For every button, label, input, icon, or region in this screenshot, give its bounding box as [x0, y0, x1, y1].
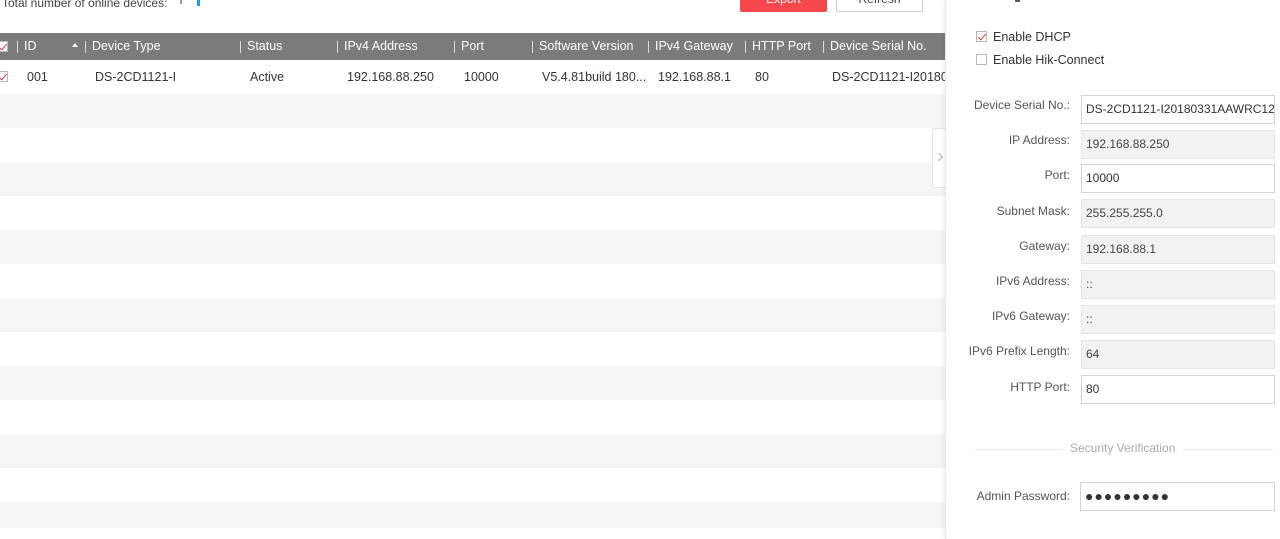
ipv6-prefix-field[interactable]: 64 — [1081, 340, 1275, 369]
refresh-button[interactable]: Refresh — [836, 0, 923, 12]
toolbar: Total number of online devices: Export R… — [0, 0, 945, 33]
online-count-indicator — [197, 0, 200, 6]
cell-software-version: V5.4.81build 180... — [542, 70, 647, 84]
col-header-http-port[interactable]: HTTP Port — [745, 33, 811, 60]
export-button[interactable]: Export — [740, 0, 827, 12]
empty-row — [0, 332, 945, 366]
serial-label: Device Serial No.: — [973, 98, 1070, 112]
empty-row — [0, 468, 945, 502]
modify-network-panel: Enable DHCP Enable Hik-Connect Device Se… — [945, 0, 1280, 539]
ipv6-address-field[interactable]: :: — [1081, 270, 1275, 299]
enable-dhcp-checkbox[interactable] — [976, 31, 987, 43]
col-header-serial[interactable]: Device Serial No. — [823, 33, 927, 60]
subnet-mask-field[interactable]: 255.255.255.0 — [1081, 199, 1275, 228]
empty-row — [0, 434, 945, 468]
port-field[interactable]: 10000 — [1081, 164, 1275, 193]
serial-field[interactable]: DS-2CD1121-I20180331AAWRC12 — [1081, 95, 1275, 124]
empty-row — [0, 230, 945, 264]
panel-title-fragment — [1015, 0, 1020, 2]
ip-address-label: IP Address: — [1008, 133, 1070, 147]
col-header-port[interactable]: Port — [454, 33, 484, 60]
ipv6-prefix-label: IPv6 Prefix Length: — [968, 344, 1070, 358]
empty-row — [0, 502, 945, 528]
empty-row — [0, 400, 945, 434]
enable-hik-connect-checkbox[interactable] — [976, 54, 987, 66]
ipv6-gateway-field[interactable]: :: — [1081, 305, 1275, 334]
row-checkbox[interactable] — [0, 71, 8, 82]
port-label: Port: — [1044, 168, 1070, 182]
cell-device-type: DS-2CD1121-I — [95, 70, 177, 84]
gateway-label: Gateway: — [1019, 239, 1070, 253]
http-port-field[interactable]: 80 — [1081, 375, 1275, 404]
chevron-right-icon — [934, 152, 944, 162]
ipv6-address-label: IPv6 Address: — [995, 274, 1070, 288]
enable-dhcp-option[interactable]: Enable DHCP — [976, 29, 1071, 45]
col-header-ipv4-gateway[interactable]: IPv4 Gateway — [648, 33, 733, 60]
cell-gateway: 192.168.88.1 — [658, 70, 731, 84]
empty-row — [0, 298, 945, 332]
cell-ipv4: 192.168.88.250 — [347, 70, 434, 84]
col-header-device-type[interactable]: Device Type — [85, 33, 161, 60]
security-verification-title: Security Verification — [1062, 441, 1184, 455]
sort-ascending-icon[interactable] — [72, 43, 78, 47]
empty-row — [0, 196, 945, 230]
empty-row — [0, 264, 945, 298]
cell-http-port: 80 — [755, 70, 769, 84]
col-header-status[interactable]: Status — [240, 33, 282, 60]
empty-row — [0, 366, 945, 400]
online-count-divider — [180, 0, 182, 4]
cell-serial: DS-2CD1121-I20180 — [832, 70, 945, 84]
empty-row — [0, 128, 945, 162]
gateway-field[interactable]: 192.168.88.1 — [1081, 235, 1275, 264]
empty-row — [0, 94, 945, 128]
col-header-ipv4[interactable]: IPv4 Address — [337, 33, 418, 60]
col-header-software-version[interactable]: Software Version — [532, 33, 634, 60]
enable-hik-connect-option[interactable]: Enable Hik-Connect — [976, 52, 1104, 68]
subnet-mask-label: Subnet Mask: — [996, 204, 1070, 218]
table-header: ID Device Type Status IPv4 Address Port … — [0, 33, 945, 60]
online-devices-label: Total number of online devices: — [2, 0, 168, 10]
admin-password-label: Admin Password: — [976, 489, 1070, 503]
admin-password-field[interactable]: ●●●●●●●●● — [1080, 482, 1275, 511]
col-header-id[interactable]: ID — [17, 33, 37, 60]
empty-row — [0, 162, 945, 196]
http-port-label: HTTP Port: — [1010, 380, 1070, 394]
device-table: ID Device Type Status IPv4 Address Port … — [0, 33, 945, 528]
cell-id: 001 — [27, 70, 48, 84]
ip-address-field[interactable]: 192.168.88.250 — [1081, 130, 1275, 159]
ipv6-gateway-label: IPv6 Gateway: — [991, 309, 1070, 323]
cell-port: 10000 — [464, 70, 499, 84]
table-row[interactable]: 001 DS-2CD1121-I Active 192.168.88.250 1… — [0, 60, 945, 94]
select-all-checkbox[interactable] — [0, 41, 8, 52]
cell-status: Active — [250, 70, 285, 84]
